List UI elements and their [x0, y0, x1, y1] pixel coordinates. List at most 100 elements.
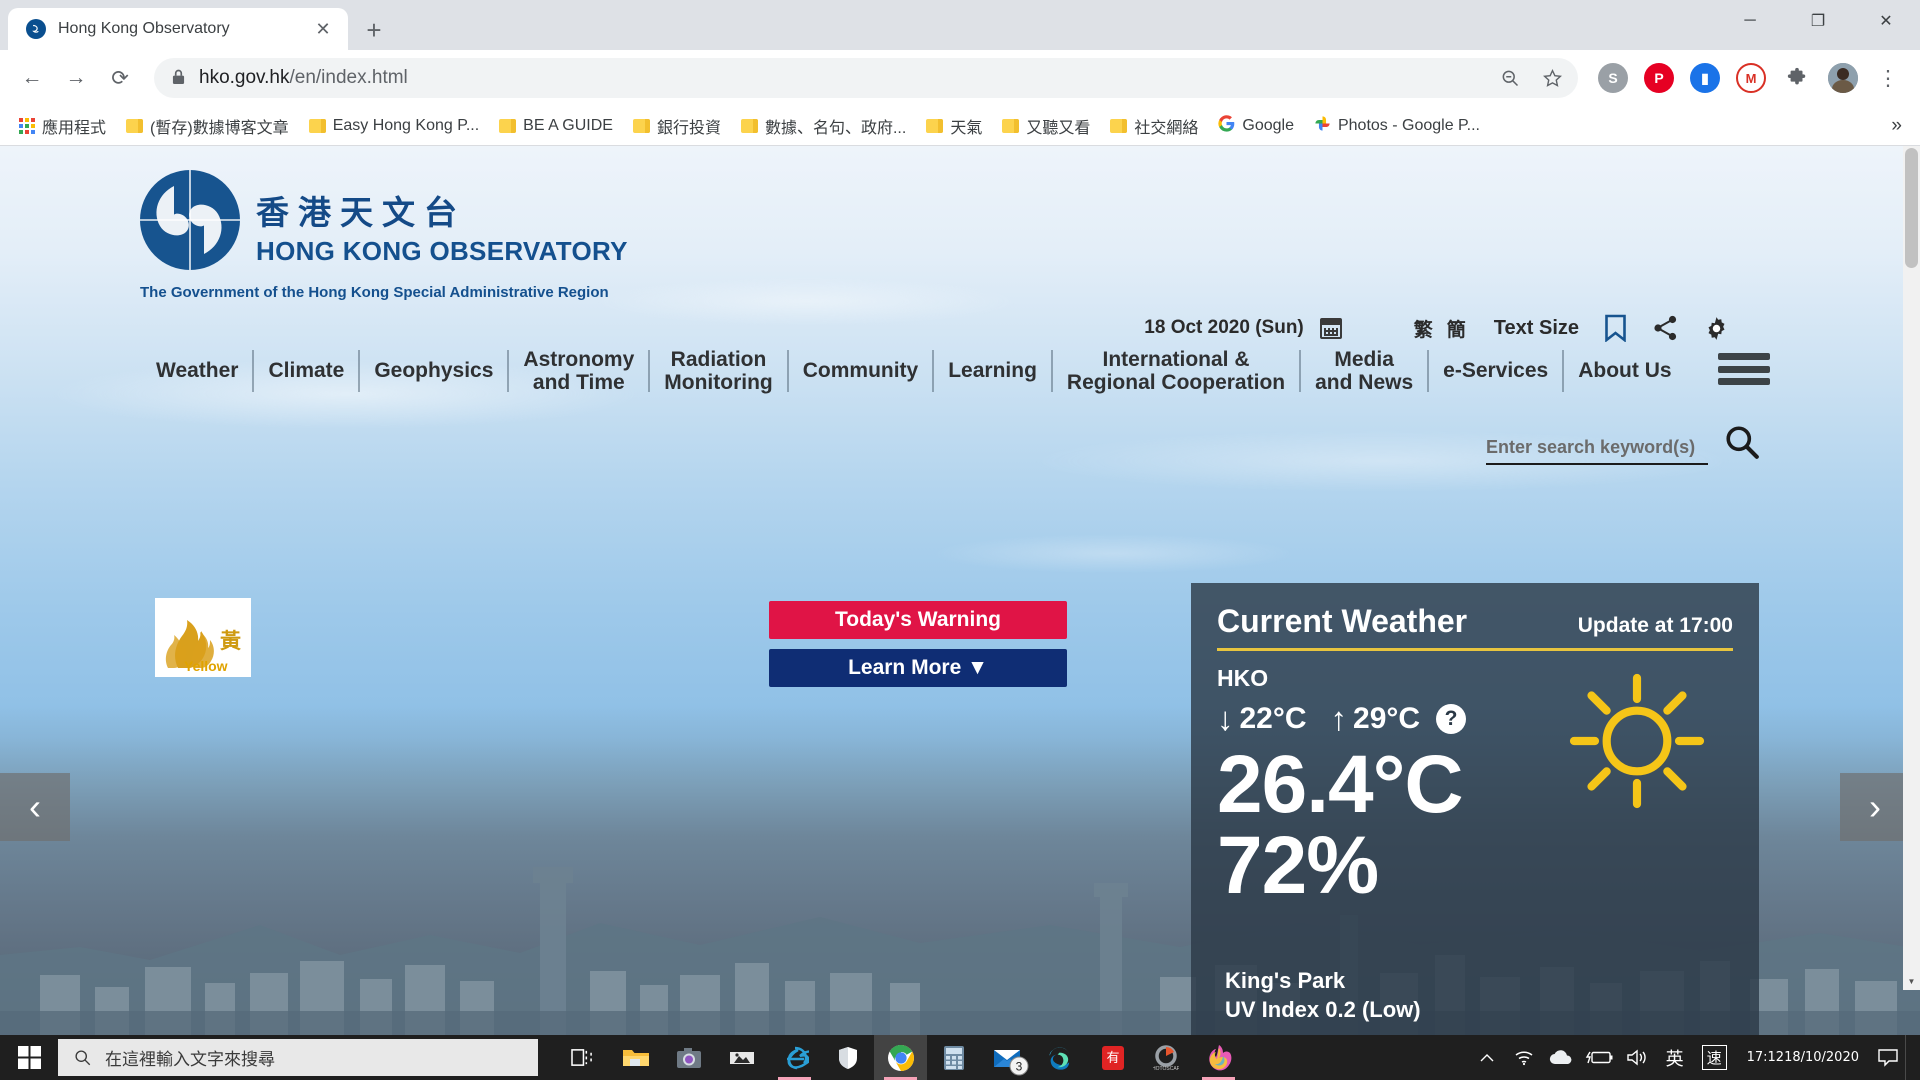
show-desktop-button[interactable] [1905, 1035, 1914, 1080]
nav-item-e-services[interactable]: e-Services [1429, 359, 1562, 382]
camera-icon[interactable] [662, 1035, 715, 1080]
gear-icon[interactable] [1703, 315, 1730, 342]
bookmark-item[interactable]: 數據、名句、政府... [732, 109, 915, 143]
nav-item-radiation-monitoring[interactable]: Radiation Monitoring [650, 348, 786, 394]
browser-menu-button[interactable]: ⋮ [1868, 58, 1908, 98]
bookmark-google-photos[interactable]: Photos - Google P... [1305, 110, 1489, 142]
windows-security-icon[interactable] [821, 1035, 874, 1080]
share-icon[interactable] [1652, 315, 1679, 341]
nav-item-learning[interactable]: Learning [934, 359, 1051, 382]
taskbar-clock[interactable]: 17:12 18/10/2020 [1735, 1035, 1871, 1080]
wifi-icon[interactable] [1506, 1035, 1542, 1080]
folder-icon [1002, 118, 1020, 133]
carousel-next-button[interactable]: › [1840, 773, 1910, 841]
search-icon[interactable] [1724, 424, 1760, 465]
new-tab-button[interactable]: + [354, 10, 394, 50]
tray-expand-chevron-icon[interactable] [1468, 1035, 1506, 1080]
bookmark-label: Photos - Google P... [1337, 116, 1480, 134]
bookmark-item[interactable]: 銀行投資 [624, 109, 730, 143]
extension-gmail[interactable]: M [1730, 57, 1772, 99]
bookmark-item[interactable]: 社交網絡 [1101, 109, 1207, 143]
calendar-icon[interactable] [1319, 317, 1342, 339]
address-bar[interactable]: hko.gov.hk/en/index.html [154, 58, 1578, 98]
back-button[interactable]: ← [12, 58, 52, 98]
burger-line [1718, 378, 1770, 385]
max-temperature: 29°C [1353, 702, 1421, 735]
zoom-out-icon[interactable] [1490, 58, 1530, 98]
taskbar-search-box[interactable]: 在這裡輸入文字來搜尋 [58, 1039, 538, 1076]
nav-item-about-us[interactable]: About Us [1564, 359, 1685, 382]
firefox-icon[interactable] [1192, 1035, 1245, 1080]
bookmark-item[interactable]: BE A GUIDE [490, 112, 622, 140]
bookmark-google[interactable]: Google [1209, 110, 1303, 142]
nav-item-community[interactable]: Community [789, 359, 933, 382]
calculator-icon[interactable] [927, 1035, 980, 1080]
hko-favicon [26, 19, 46, 39]
bookmark-item[interactable]: Easy Hong Kong P... [300, 112, 488, 140]
close-window-button[interactable]: ✕ [1852, 0, 1920, 42]
page-scrollbar[interactable]: ▲ ▼ [1903, 146, 1920, 990]
file-explorer-icon[interactable] [609, 1035, 662, 1080]
search-field-wrapper[interactable] [1486, 437, 1708, 465]
text-size-button[interactable]: Text Size [1494, 317, 1579, 340]
bookmark-item[interactable]: 天氣 [917, 109, 991, 143]
battery-charging-icon[interactable] [1580, 1035, 1618, 1080]
learn-more-label: Learn More [848, 656, 962, 679]
nav-item-weather[interactable]: Weather [142, 359, 252, 382]
nav-item-media-and-news[interactable]: Media and News [1301, 348, 1427, 394]
todays-warning-button[interactable]: Today's Warning [769, 601, 1067, 639]
extension-skype[interactable]: S [1592, 57, 1634, 99]
nav-item-climate[interactable]: Climate [254, 359, 358, 382]
windows-start-icon[interactable] [0, 1035, 58, 1080]
mail-icon[interactable]: 3 [980, 1035, 1033, 1080]
hamburger-menu-icon[interactable] [1718, 349, 1770, 389]
extensions-puzzle-button[interactable] [1776, 57, 1818, 99]
scrollbar-thumb[interactable] [1905, 148, 1918, 268]
svg-text:PHOTOSCAPE: PHOTOSCAPE [1153, 1066, 1179, 1071]
lang-simplified-button[interactable]: 簡 [1447, 315, 1466, 342]
burger-line [1718, 365, 1770, 373]
bookmark-item[interactable]: (暫存)數據博客文章 [117, 109, 298, 143]
minimize-button[interactable]: ─ [1716, 0, 1784, 42]
yellow-fire-danger-warning-icon[interactable]: 黃 Yellow [155, 598, 251, 677]
search-input[interactable] [1486, 437, 1708, 458]
volume-icon[interactable] [1618, 1035, 1656, 1080]
ime-language-indicator[interactable]: 英 [1656, 1035, 1694, 1080]
forward-button[interactable]: → [56, 58, 96, 98]
extension-pinterest[interactable]: P [1638, 57, 1680, 99]
onedrive-icon[interactable] [1542, 1035, 1580, 1080]
scroll-down-button[interactable]: ▼ [1903, 973, 1920, 990]
nav-item-astronomy-and-time[interactable]: Astronomy and Time [509, 348, 648, 394]
extension-pocket[interactable]: ▮ [1684, 57, 1726, 99]
bookmark-star-icon[interactable] [1532, 58, 1572, 98]
microsoft-edge-icon[interactable] [1033, 1035, 1086, 1080]
tab-close-icon[interactable]: ✕ [312, 18, 334, 40]
bookmarks-overflow-button[interactable]: » [1883, 115, 1910, 137]
youdao-dictionary-icon[interactable]: 有 [1086, 1035, 1139, 1080]
video-editor-icon[interactable] [715, 1035, 768, 1080]
ime-mode-indicator[interactable]: 速 [1694, 1035, 1735, 1080]
logo-wordmark: 香港天文台 HONG KONG OBSERVATORY [256, 168, 628, 267]
nav-item-geophysics[interactable]: Geophysics [360, 359, 507, 382]
profile-avatar[interactable] [1822, 57, 1864, 99]
browser-tab[interactable]: Hong Kong Observatory ✕ [8, 8, 348, 50]
site-logo[interactable]: 香港天文台 HONG KONG OBSERVATORY [0, 146, 1920, 272]
maximize-button[interactable]: ❐ [1784, 0, 1852, 42]
burger-line [1718, 353, 1770, 360]
reload-button[interactable]: ⟳ [100, 58, 140, 98]
bookmark-item[interactable]: 又聽又看 [993, 109, 1099, 143]
google-chrome-icon[interactable] [874, 1035, 927, 1080]
photoscape-icon[interactable]: PHOTOSCAPE [1139, 1035, 1192, 1080]
learn-more-button[interactable]: Learn More ▼ [769, 649, 1067, 687]
logo-english: HONG KONG OBSERVATORY [256, 236, 628, 266]
notification-icon[interactable] [1871, 1035, 1905, 1080]
bookmark-icon[interactable] [1603, 314, 1628, 342]
current-date: 18 Oct 2020 (Sun) [1144, 317, 1304, 338]
carousel-prev-button[interactable]: ‹ [0, 773, 70, 841]
question-mark-icon[interactable]: ? [1436, 704, 1467, 734]
bookmark-apps[interactable]: 應用程式 [10, 109, 115, 143]
task-view-icon[interactable] [556, 1035, 609, 1080]
lang-traditional-button[interactable]: 繁 [1414, 315, 1433, 342]
nav-item-international-regional-cooperation[interactable]: International & Regional Cooperation [1053, 348, 1299, 394]
internet-explorer-icon[interactable] [768, 1035, 821, 1080]
